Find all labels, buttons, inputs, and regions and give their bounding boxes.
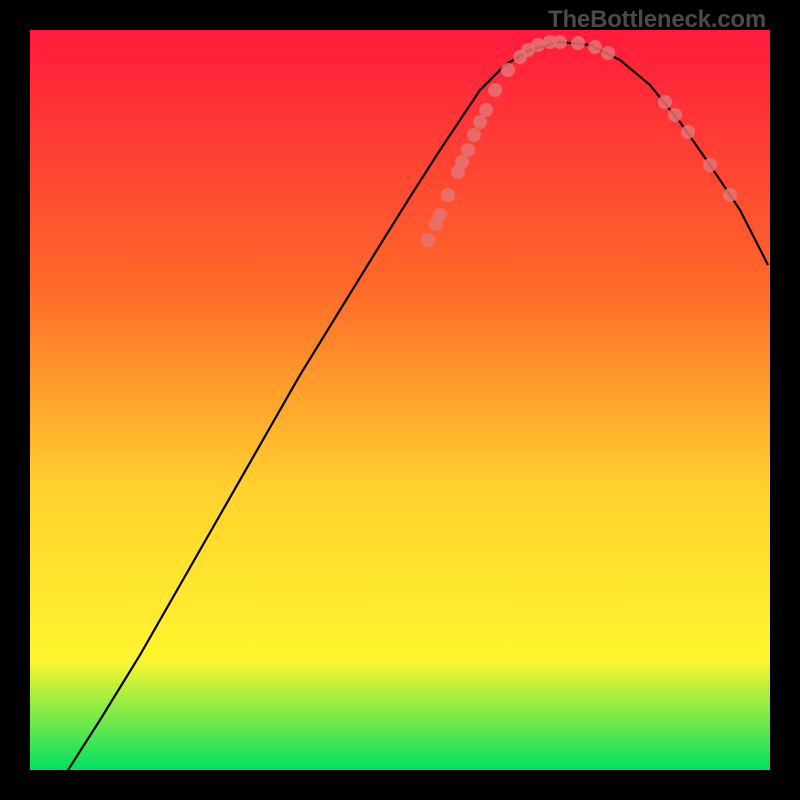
scatter-point <box>455 155 469 169</box>
scatter-point <box>571 36 585 50</box>
scatter-point <box>601 46 615 60</box>
scatter-point <box>668 108 682 122</box>
scatter-point <box>703 158 717 172</box>
scatter-point <box>531 38 545 52</box>
scatter-point <box>488 83 502 97</box>
scatter-point <box>553 35 567 49</box>
chart-overlay-layer <box>30 30 770 770</box>
scatter-point <box>501 63 515 77</box>
scatter-point <box>421 233 435 247</box>
scatter-point <box>479 103 493 117</box>
bottleneck-curve <box>68 42 768 770</box>
scatter-point <box>723 188 737 202</box>
scatter-point <box>461 143 475 157</box>
scatter-point <box>681 125 695 139</box>
scatter-point <box>441 188 455 202</box>
scatter-points-group <box>421 35 737 247</box>
scatter-point <box>473 115 487 129</box>
scatter-point <box>588 40 602 54</box>
scatter-point <box>433 208 447 222</box>
scatter-point <box>467 128 481 142</box>
scatter-point <box>658 95 672 109</box>
